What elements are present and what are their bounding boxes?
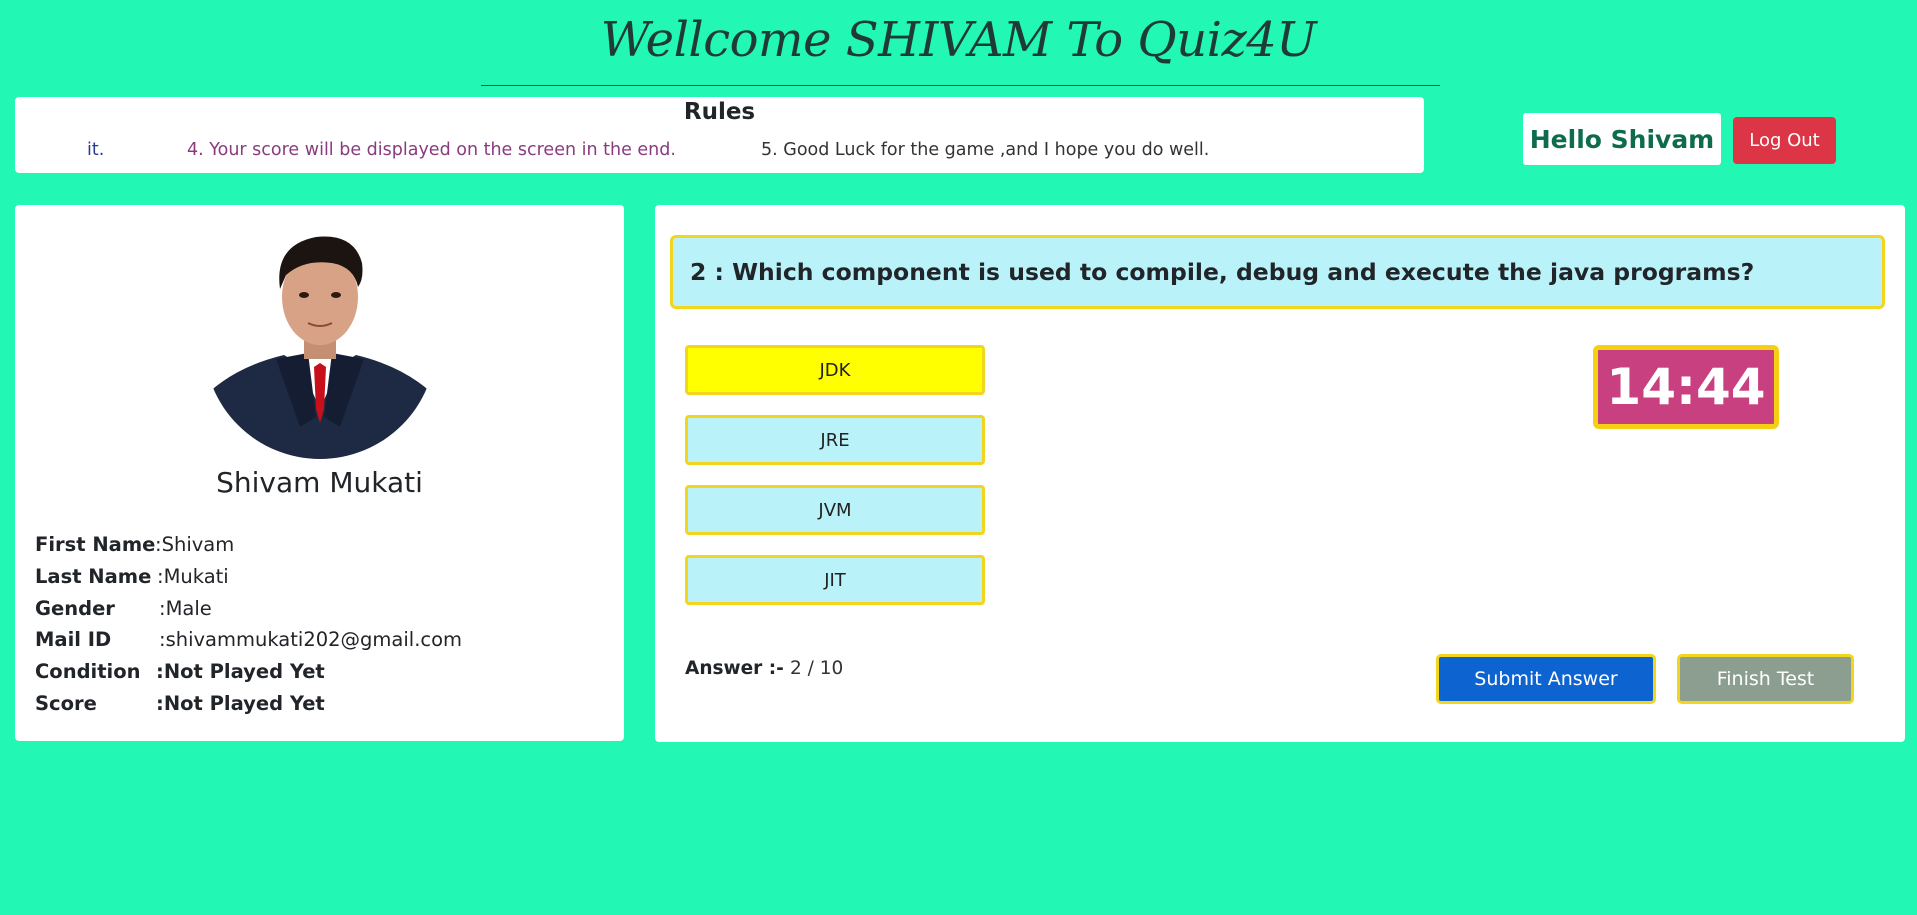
detail-label: Last Name — [35, 565, 152, 588]
detail-value: Shivam — [161, 533, 235, 556]
detail-value: Not Played Yet — [163, 692, 325, 715]
detail-first-name: First Name: Shivam — [35, 533, 235, 556]
quiz-panel: 2 : Which component is used to compile, … — [655, 205, 1905, 742]
rules-line: it. — [87, 140, 105, 160]
option-jre[interactable]: JRE — [685, 415, 985, 465]
answer-progress: 2 / 10 — [790, 658, 844, 679]
avatar-image — [204, 227, 436, 459]
page-title: Wellcome SHIVAM To Quiz4U — [600, 12, 1317, 68]
profile-card: Shivam Mukati First Name: Shivam Last Na… — [15, 205, 624, 741]
avatar — [204, 227, 436, 459]
submit-answer-button[interactable]: Submit Answer — [1436, 654, 1656, 704]
detail-value: shivammukati202@gmail.com — [165, 628, 463, 651]
detail-label: Gender — [35, 597, 115, 620]
answer-label: Answer :- — [685, 658, 784, 679]
finish-test-button[interactable]: Finish Test — [1677, 654, 1854, 704]
detail-value: Male — [165, 597, 212, 620]
detail-label: Score — [35, 692, 97, 715]
detail-condition: Condition: Not Played Yet — [35, 660, 325, 683]
logout-button[interactable]: Log Out — [1733, 117, 1836, 164]
countdown-timer: 14:44 — [1593, 345, 1779, 429]
detail-gender: Gender: Male — [35, 597, 212, 620]
option-jdk[interactable]: JDK — [685, 345, 985, 395]
detail-label: First Name — [35, 533, 156, 556]
detail-value: Not Played Yet — [163, 660, 325, 683]
option-jit[interactable]: JIT — [685, 555, 985, 605]
detail-label: Mail ID — [35, 628, 112, 651]
option-jvm[interactable]: JVM — [685, 485, 985, 535]
greeting-badge: Hello Shivam — [1523, 113, 1721, 165]
detail-mail-id: Mail ID: shivammukati202@gmail.com — [35, 628, 463, 651]
detail-label: Condition — [35, 660, 141, 683]
rules-heading: Rules — [683, 99, 756, 125]
title-divider — [481, 85, 1440, 86]
question-text: 2 : Which component is used to compile, … — [670, 235, 1885, 309]
rules-line: 4. Your score will be displayed on the s… — [187, 140, 676, 160]
detail-value: Mukati — [163, 565, 229, 588]
detail-last-name: Last Name: Mukati — [35, 565, 229, 588]
rules-panel: Rules it. 4. Your score will be displaye… — [15, 97, 1424, 173]
rules-line: 5. Good Luck for the game ,and I hope yo… — [761, 140, 1210, 160]
detail-score: Score: Not Played Yet — [35, 692, 325, 715]
profile-name: Shivam Mukati — [216, 466, 423, 499]
